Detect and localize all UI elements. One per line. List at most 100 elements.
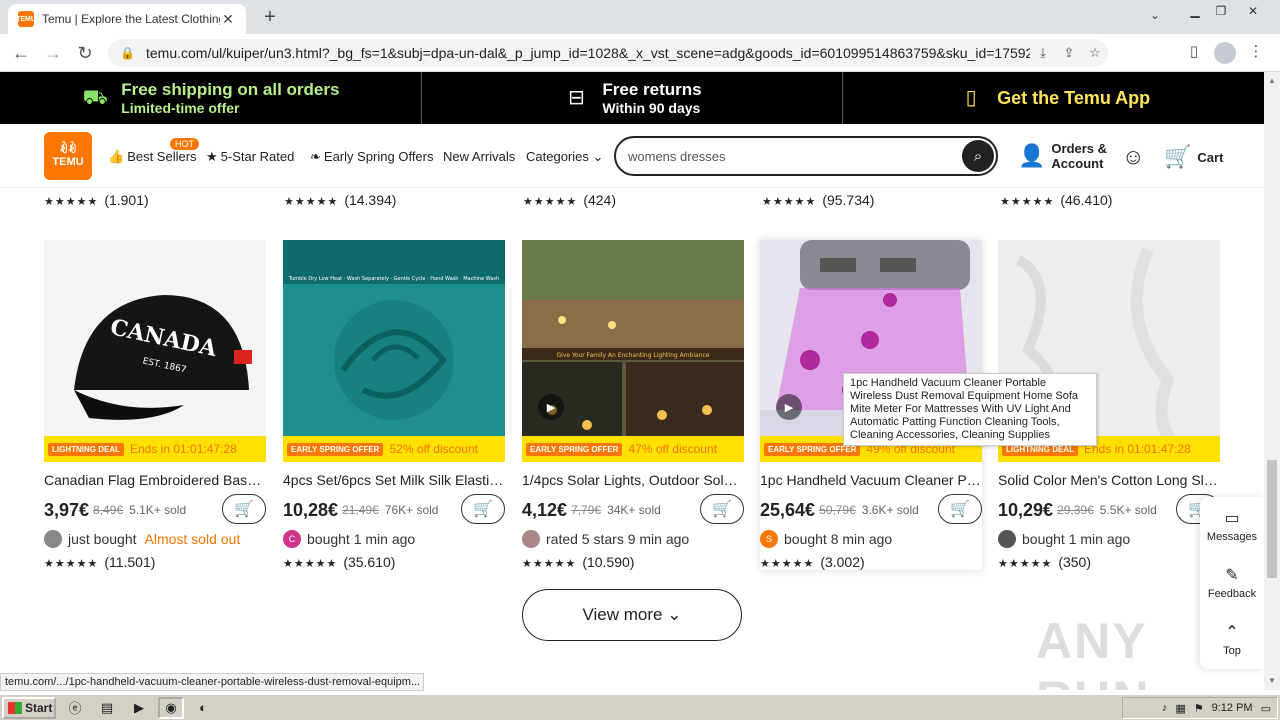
- lights-banner-text: Give Your Family An Enchanting Lighting …: [557, 352, 710, 359]
- product-card[interactable]: CANADA EST. 1867 LIGHTNING DEAL Ends in …: [44, 240, 266, 570]
- status-bar-link: temu.com/.../1pc-handheld-vacuum-cleaner…: [0, 673, 424, 691]
- deal-text: 47% off discount: [628, 442, 717, 456]
- product-image[interactable]: CANADA EST. 1867 LIGHTNING DEAL Ends in …: [44, 240, 266, 462]
- nav-early-spring-offers[interactable]: ❧ Early Spring Offers: [310, 149, 434, 165]
- chevron-down-icon: ⌄: [667, 605, 682, 624]
- internet-explorer-icon[interactable]: ⓔ: [62, 697, 88, 719]
- side-panel-icon[interactable]: ▯: [1182, 42, 1206, 64]
- promo-shipping-subtitle: Limited-time offer: [121, 100, 240, 116]
- add-cart-icon: 🛒: [950, 501, 970, 518]
- promo-returns-title: Free returns: [602, 80, 702, 99]
- social-proof: S bought 8 min ago: [760, 530, 982, 548]
- restore-window-button[interactable]: ❐: [1210, 2, 1232, 22]
- promo-free-shipping[interactable]: ⛟ Free shipping on all orders Limited-ti…: [0, 72, 422, 124]
- product-rating: ★★★★★ (3.002): [760, 554, 982, 570]
- scrollbar-thumb[interactable]: [1267, 460, 1277, 578]
- folder-icon[interactable]: ▤: [94, 697, 120, 719]
- messages-button[interactable]: ▭ Messages: [1200, 497, 1264, 554]
- cart-label: Cart: [1197, 149, 1224, 165]
- share-icon[interactable]: ⇪: [1056, 45, 1082, 61]
- nav-new-arrivals[interactable]: New Arrivals: [443, 149, 515, 164]
- promo-banner: ⛟ Free shipping on all orders Limited-ti…: [0, 72, 1264, 124]
- promo-get-app[interactable]: ▯ Get the Temu App: [843, 72, 1264, 124]
- add-to-cart-button[interactable]: 🛒: [700, 494, 744, 524]
- rating-count: (350): [1058, 554, 1091, 570]
- minimize-window-button[interactable]: ▁: [1184, 2, 1206, 22]
- star-rating-icon: ★★★★★: [523, 196, 578, 208]
- forward-arrow-icon[interactable]: →: [42, 42, 64, 64]
- add-to-cart-button[interactable]: 🛒: [222, 494, 266, 524]
- reload-icon[interactable]: ↻: [74, 42, 96, 64]
- search-button[interactable]: ⌕: [962, 140, 994, 172]
- product-title[interactable]: Solid Color Men's Cotton Long Sleeve Shi…: [998, 472, 1220, 488]
- product-title[interactable]: 1/4pcs Solar Lights, Outdoor Solar Garde…: [522, 472, 744, 488]
- close-window-button[interactable]: ✕: [1242, 2, 1264, 22]
- back-arrow-icon[interactable]: ←: [10, 42, 32, 64]
- feedback-button[interactable]: ✎ Feedback: [1200, 554, 1264, 611]
- product-price: 25,64€: [760, 499, 816, 520]
- original-price: 21,49€: [342, 503, 379, 517]
- temu-logo[interactable]: ꀐꀐ TEMU: [44, 132, 92, 180]
- star-rating-icon: ★★★★★: [998, 558, 1053, 570]
- nav-best-sellers[interactable]: 👍 Best Sellers: [108, 149, 197, 165]
- feedback-edit-icon: ✎: [1225, 567, 1239, 584]
- new-tab-button[interactable]: +: [258, 6, 282, 30]
- product-rating: ★★★★★ (10.590): [522, 554, 744, 570]
- product-image[interactable]: Give Your Family An Enchanting Lighting …: [522, 240, 744, 462]
- add-to-cart-button[interactable]: 🛒: [938, 494, 982, 524]
- scroll-down-icon[interactable]: ▼: [1267, 676, 1277, 685]
- profile-avatar-icon[interactable]: [1214, 42, 1236, 64]
- flag-icon[interactable]: ⚑: [1194, 702, 1204, 715]
- notification-icon[interactable]: ▭: [1261, 702, 1271, 715]
- prev-product-rating: ★★★★★ (1.901): [44, 192, 149, 208]
- browser-menu-icon[interactable]: ⋮: [1244, 42, 1268, 64]
- lock-icon[interactable]: 🔒: [120, 46, 135, 60]
- url-text[interactable]: temu.com/ul/kuiper/un3.html?_bg_fs=1&sub…: [146, 45, 1030, 61]
- play-video-icon[interactable]: ▶: [776, 394, 802, 420]
- cart-link[interactable]: 🛒 Cart: [1164, 144, 1223, 170]
- media-player-icon[interactable]: ▶: [126, 697, 152, 719]
- nav-five-star-rated[interactable]: ★ 5-Star Rated: [206, 149, 294, 165]
- search-icon: ⌕: [973, 147, 983, 165]
- tab-search-chevron-icon[interactable]: ⌄: [1150, 8, 1160, 22]
- sold-count: 34K+ sold: [607, 503, 661, 517]
- rating-count: (95.734): [822, 192, 875, 208]
- star-badge-icon: ★: [206, 149, 218, 164]
- product-card[interactable]: Tumble Dry Low Heat · Wash Separately · …: [283, 240, 505, 570]
- product-card[interactable]: Give Your Family An Enchanting Lighting …: [522, 240, 744, 570]
- product-title[interactable]: 1pc Handheld Vacuum Cleaner Portable Wir…: [760, 472, 982, 488]
- promo-free-returns[interactable]: ⊟ Free returns Within 90 days: [422, 72, 844, 124]
- play-video-icon[interactable]: ▶: [538, 394, 564, 420]
- product-title[interactable]: Canadian Flag Embroidered Baseball Cap: [44, 472, 266, 488]
- install-app-icon[interactable]: ⤓: [1030, 45, 1056, 61]
- search-input[interactable]: [628, 148, 962, 164]
- add-cart-icon: 🛒: [712, 501, 732, 518]
- browser-tab[interactable]: TEMU Temu | Explore the Latest Clothing,…: [8, 4, 246, 34]
- rating-count: (46.410): [1060, 192, 1113, 208]
- orders-account-link[interactable]: 👤 Orders & Account: [1018, 141, 1107, 171]
- bookmark-star-icon[interactable]: ☆: [1082, 45, 1108, 61]
- back-to-top-button[interactable]: ⌃ Top: [1200, 611, 1264, 668]
- address-bar[interactable]: 🔒 temu.com/ul/kuiper/un3.html?_bg_fs=1&s…: [108, 39, 1108, 67]
- chrome-icon[interactable]: ◉: [158, 696, 184, 719]
- edge-icon[interactable]: ◐: [190, 697, 216, 719]
- add-to-cart-button[interactable]: 🛒: [461, 494, 505, 524]
- nav-categories[interactable]: Categories ⌄: [526, 149, 603, 165]
- social-text: rated 5 stars 9 min ago: [546, 531, 690, 547]
- floating-help-panel: ▭ Messages ✎ Feedback ⌃ Top: [1200, 497, 1264, 669]
- support-chat-icon[interactable]: ☺: [1122, 144, 1144, 170]
- scroll-up-icon[interactable]: ▲: [1267, 76, 1277, 85]
- product-image[interactable]: Tumble Dry Low Heat · Wash Separately · …: [283, 240, 505, 462]
- start-button[interactable]: Start: [2, 696, 56, 719]
- product-price: 10,29€: [998, 499, 1054, 520]
- view-more-button[interactable]: View more ⌄: [522, 589, 742, 641]
- close-tab-icon[interactable]: ✕: [220, 11, 236, 28]
- social-text: just bought: [68, 531, 137, 547]
- page-scrollbar[interactable]: ▲ ▼: [1264, 72, 1280, 690]
- solar-lights-image: Give Your Family An Enchanting Lighting …: [522, 240, 744, 462]
- clock[interactable]: 9:12 PM: [1212, 702, 1253, 714]
- network-icon[interactable]: ▦: [1175, 702, 1185, 715]
- star-rating-icon: ★★★★★: [1000, 196, 1055, 208]
- product-title[interactable]: 4pcs Set/6pcs Set Milk Silk Elastic Bed …: [283, 472, 505, 488]
- volume-icon[interactable]: ♪: [1162, 702, 1168, 714]
